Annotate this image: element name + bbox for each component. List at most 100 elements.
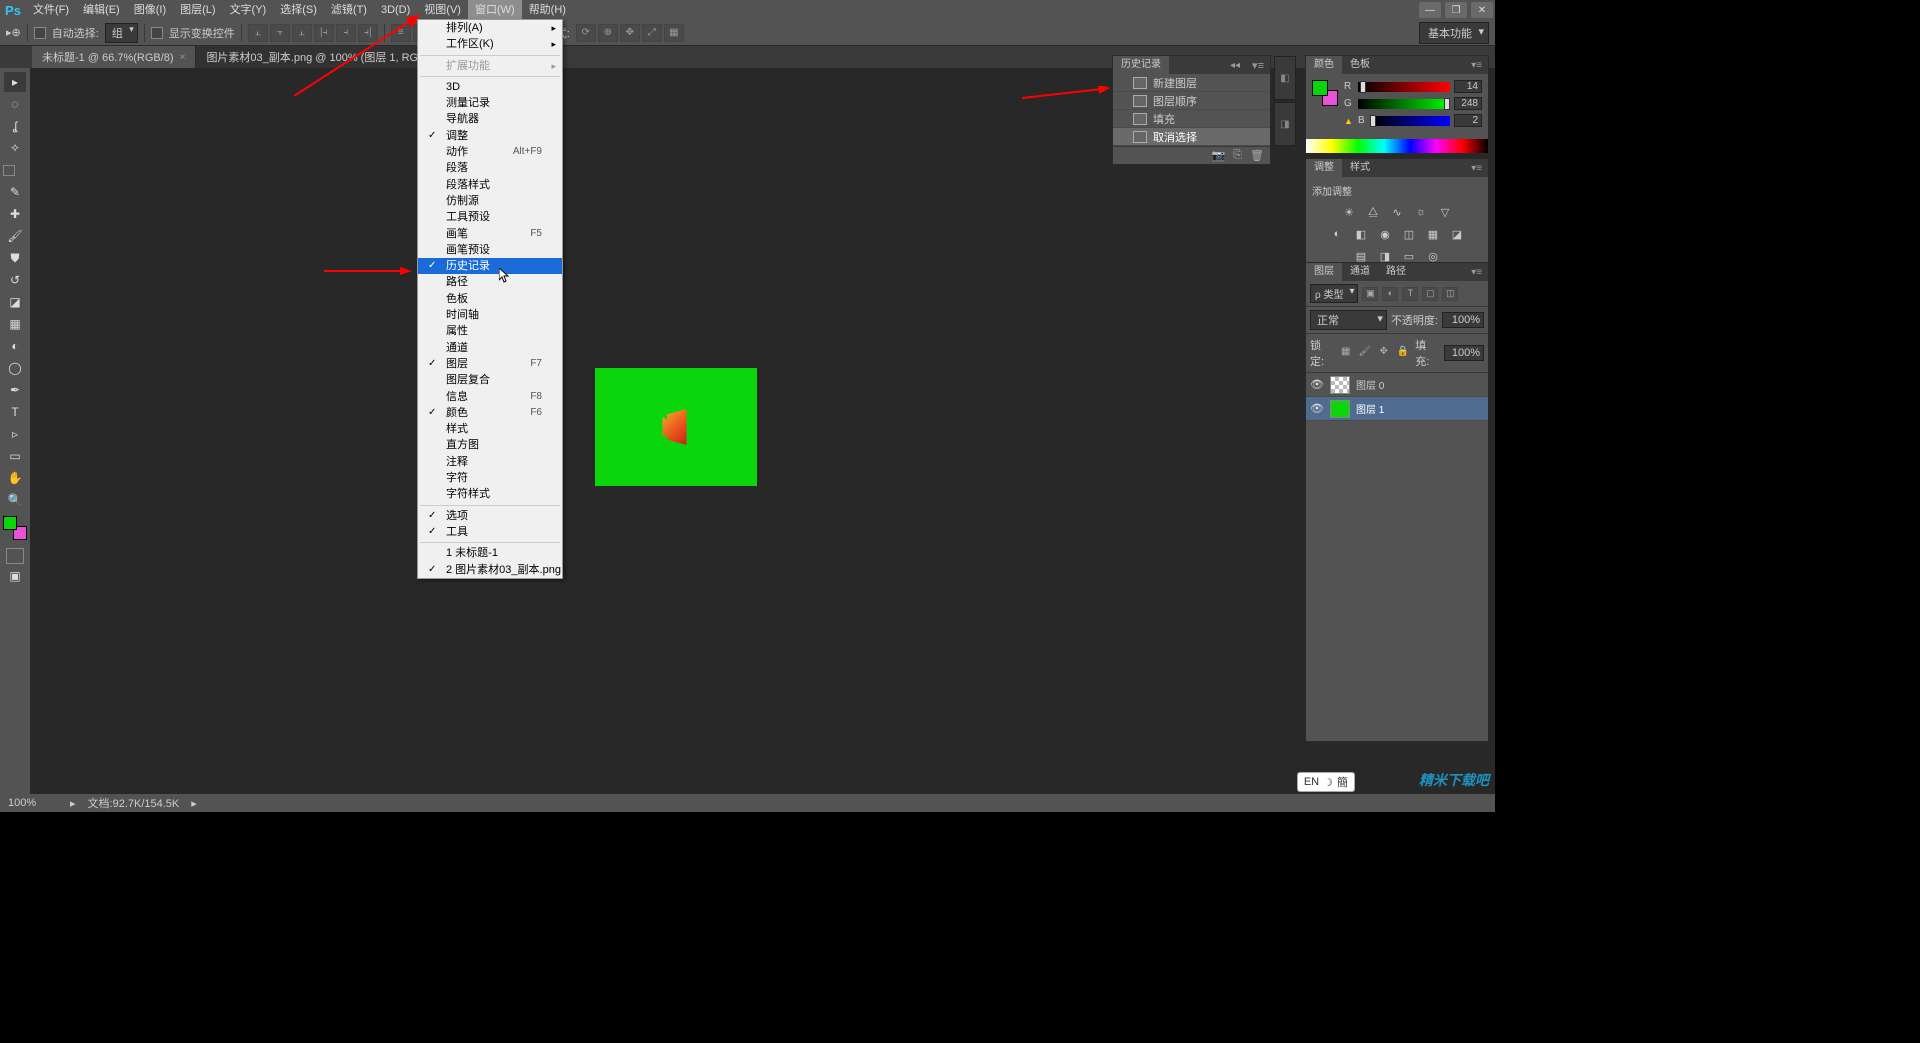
menu-edit[interactable]: 编辑(E) [76, 0, 127, 20]
menu-item[interactable]: 字符样式 [418, 486, 562, 502]
layer-filter-kind[interactable]: ρ 类型 [1310, 284, 1358, 303]
filter-pixel-icon[interactable]: ▣ [1362, 287, 1378, 301]
menu-item[interactable]: 工具 [418, 524, 562, 540]
history-tab[interactable]: 历史记录 [1113, 56, 1169, 74]
quick-mask-toggle[interactable] [6, 548, 24, 564]
opacity-value[interactable]: 100% [1442, 312, 1484, 328]
curves-icon[interactable]: ∿ [1389, 204, 1405, 220]
dock-stub-icon[interactable]: ◨ [1274, 102, 1296, 146]
menu-item[interactable]: 历史记录 [418, 258, 562, 274]
r-value[interactable]: 14 [1454, 80, 1482, 93]
fg-swatch[interactable] [1312, 80, 1328, 96]
menu-item[interactable]: 工具预设 [418, 209, 562, 225]
layer-row[interactable]: 👁图层 0 [1306, 373, 1488, 397]
menu-item[interactable]: 3D [418, 79, 562, 95]
fill-value[interactable]: 100% [1444, 345, 1484, 361]
panel-menu-icon[interactable]: ▾≡ [1246, 59, 1270, 72]
menu-item[interactable]: 选项 [418, 508, 562, 524]
menu-item[interactable]: 色板 [418, 291, 562, 307]
menu-type[interactable]: 文字(Y) [223, 0, 274, 20]
zoom-arrow-icon[interactable]: ▸ [70, 797, 76, 810]
maximize-button[interactable]: ❐ [1445, 2, 1467, 18]
camera-icon[interactable]: 📷 [1212, 149, 1226, 162]
3d-icon[interactable]: ✥ [620, 24, 640, 42]
filter-adjust-icon[interactable]: ◐ [1382, 287, 1398, 301]
marquee-tool[interactable]: ◌ [4, 94, 26, 114]
channels-tab[interactable]: 通道 [1342, 263, 1378, 281]
menu-item[interactable]: 图层复合 [418, 372, 562, 388]
menu-filter[interactable]: 滤镜(T) [324, 0, 374, 20]
dodge-tool[interactable]: ◯ [4, 358, 26, 378]
swatches-tab[interactable]: 色板 [1342, 56, 1378, 74]
type-tool[interactable]: T [4, 402, 26, 422]
brush-tool[interactable]: 🖌 [4, 226, 26, 246]
menu-item[interactable]: 段落样式 [418, 177, 562, 193]
vibrance-icon[interactable]: ▽ [1437, 204, 1453, 220]
menu-item[interactable]: 颜色F6 [418, 405, 562, 421]
panel-collapse-icon[interactable]: ◂◂ [1224, 60, 1246, 71]
menu-item[interactable]: 信息F8 [418, 389, 562, 405]
align-icon[interactable]: ⫞ [336, 24, 356, 42]
3d-icon[interactable]: ⟳ [576, 24, 596, 42]
g-slider[interactable] [1358, 99, 1450, 109]
menu-item[interactable]: 调整 [418, 128, 562, 144]
layer-name[interactable]: 图层 1 [1356, 401, 1384, 416]
align-icon[interactable]: ⫞| [358, 24, 378, 42]
r-slider[interactable] [1358, 82, 1450, 92]
stamp-tool[interactable]: ⛊ [4, 248, 26, 268]
menu-item[interactable]: 工作区(K) [418, 36, 562, 52]
3d-icon[interactable]: ⤢ [642, 24, 662, 42]
lock-pixels-icon[interactable]: 🖌 [1358, 346, 1371, 360]
menu-item[interactable]: 时间轴 [418, 307, 562, 323]
styles-tab[interactable]: 样式 [1342, 159, 1378, 177]
history-item[interactable]: 填充 [1113, 110, 1270, 128]
lock-all-icon[interactable]: 🔒 [1396, 346, 1409, 360]
menu-item[interactable]: 注释 [418, 454, 562, 470]
eraser-tool[interactable]: ◪ [4, 292, 26, 312]
color-swatches[interactable] [3, 516, 27, 540]
trash-icon[interactable]: 🗑 [1250, 149, 1264, 162]
history-item[interactable]: 取消选择 [1113, 128, 1270, 146]
channel-mixer-icon[interactable]: ◫ [1401, 226, 1417, 242]
eyedropper-tool[interactable]: ✎ [4, 182, 26, 202]
zoom-tool[interactable]: 🔍 [4, 490, 26, 510]
layer-name[interactable]: 图层 0 [1356, 377, 1384, 392]
canvas[interactable] [30, 68, 1495, 794]
menu-item[interactable]: 样式 [418, 421, 562, 437]
gradient-tool[interactable]: ▦ [4, 314, 26, 334]
menu-select[interactable]: 选择(S) [273, 0, 324, 20]
visibility-icon[interactable]: 👁 [1310, 402, 1324, 415]
wand-tool[interactable]: ✧ [4, 138, 26, 158]
menu-item[interactable]: 段落 [418, 160, 562, 176]
layer-thumb[interactable] [1330, 376, 1350, 394]
menu-item[interactable]: 直方图 [418, 437, 562, 453]
hand-tool[interactable]: ✋ [4, 468, 26, 488]
paths-tab[interactable]: 路径 [1378, 263, 1414, 281]
menu-help[interactable]: 帮助(H) [522, 0, 573, 20]
menu-file[interactable]: 文件(F) [26, 0, 76, 20]
dock-stub-icon[interactable]: ◧ [1274, 56, 1296, 100]
filter-smart-icon[interactable]: ◫ [1442, 287, 1458, 301]
filter-shape-icon[interactable]: ▢ [1422, 287, 1438, 301]
menu-3d[interactable]: 3D(D) [374, 0, 417, 20]
menu-item[interactable]: 测量记录 [418, 95, 562, 111]
panel-menu-icon[interactable]: ▾≡ [1465, 163, 1488, 174]
adjustments-tab[interactable]: 调整 [1306, 159, 1342, 177]
pen-tool[interactable]: ✒ [4, 380, 26, 400]
close-tab-icon[interactable]: × [180, 52, 186, 63]
layers-tab[interactable]: 图层 [1306, 263, 1342, 281]
align-icon[interactable]: |⫞ [314, 24, 334, 42]
menu-item[interactable]: 动作Alt+F9 [418, 144, 562, 160]
menu-item[interactable]: 画笔预设 [418, 242, 562, 258]
auto-select-dropdown[interactable]: 组 [105, 23, 138, 43]
show-transform-checkbox[interactable] [151, 27, 163, 39]
menu-item[interactable]: 排列(A) [418, 20, 562, 36]
menu-item[interactable]: 图层F7 [418, 356, 562, 372]
levels-icon[interactable]: ⧋ [1365, 204, 1381, 220]
3d-icon[interactable]: ▦ [664, 24, 684, 42]
crop-tool[interactable]: ⃞ [4, 160, 26, 180]
heal-tool[interactable]: ✚ [4, 204, 26, 224]
menu-item[interactable]: 通道 [418, 340, 562, 356]
menu-item[interactable]: 仿制源 [418, 193, 562, 209]
doc-size-arrow-icon[interactable]: ▸ [191, 797, 197, 810]
